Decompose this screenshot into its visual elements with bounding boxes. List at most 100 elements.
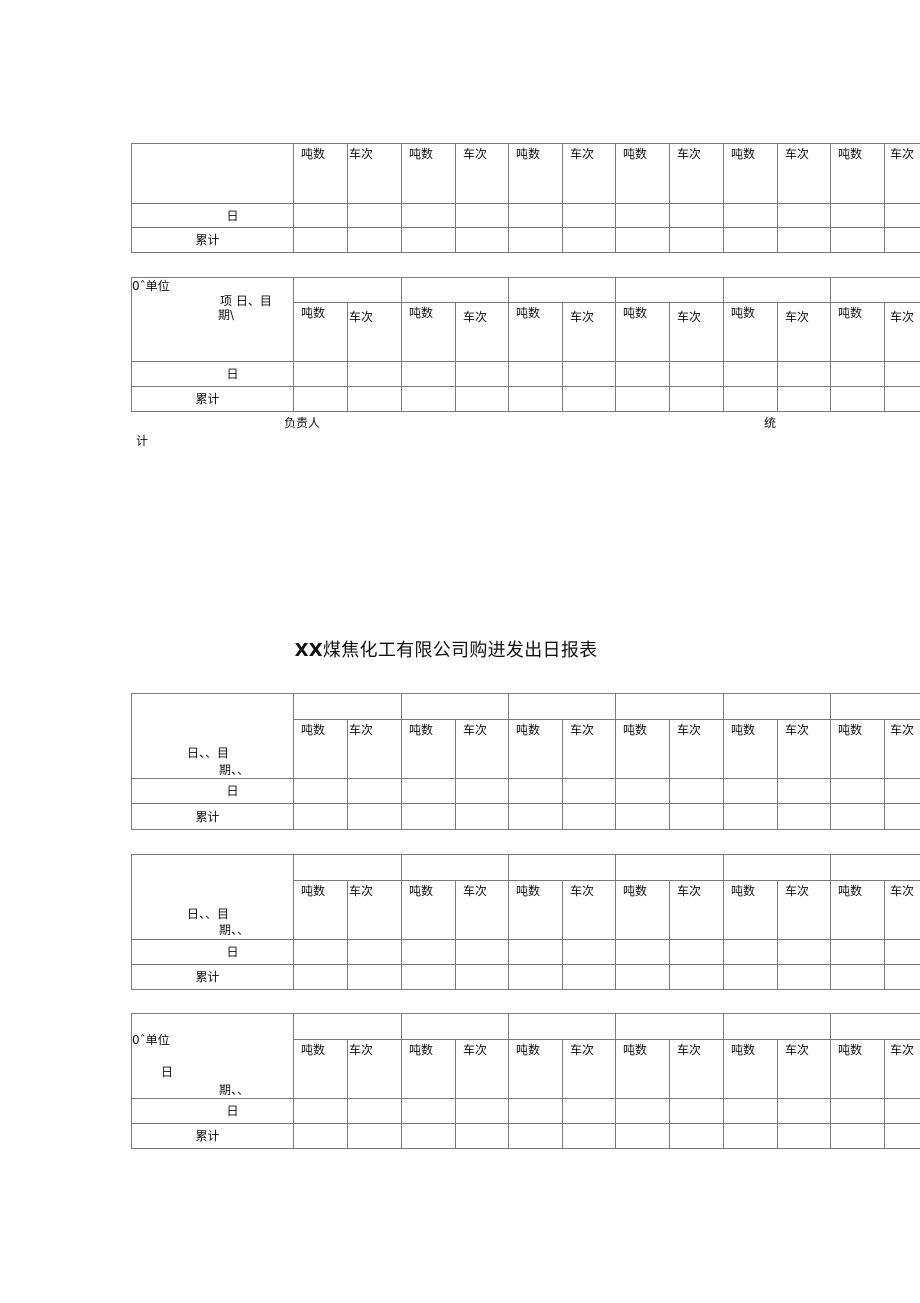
data-cell[interactable]: [293, 939, 348, 965]
data-cell[interactable]: [508, 803, 563, 830]
data-cell[interactable]: [347, 939, 402, 965]
data-cell[interactable]: [562, 1098, 616, 1124]
data-cell[interactable]: [777, 203, 831, 228]
data-cell[interactable]: [562, 227, 616, 253]
data-cell[interactable]: [562, 1123, 616, 1149]
data-cell[interactable]: [723, 964, 778, 990]
data-cell[interactable]: [884, 939, 920, 965]
data-cell[interactable]: [562, 939, 616, 965]
data-cell[interactable]: [455, 361, 509, 387]
data-cell[interactable]: [347, 361, 402, 387]
data-cell[interactable]: [669, 1098, 724, 1124]
data-cell[interactable]: [401, 227, 456, 253]
data-cell[interactable]: [508, 939, 563, 965]
data-cell[interactable]: [293, 1098, 348, 1124]
data-cell[interactable]: [455, 386, 509, 412]
data-cell[interactable]: [723, 386, 778, 412]
data-cell[interactable]: [401, 386, 456, 412]
data-cell[interactable]: [777, 386, 831, 412]
data-cell[interactable]: [508, 386, 563, 412]
data-cell[interactable]: [562, 386, 616, 412]
data-cell[interactable]: [830, 227, 885, 253]
data-cell[interactable]: [669, 964, 724, 990]
data-cell[interactable]: [401, 939, 456, 965]
data-cell[interactable]: [508, 203, 563, 228]
data-cell[interactable]: [347, 386, 402, 412]
data-cell[interactable]: [777, 361, 831, 387]
data-cell[interactable]: [455, 778, 509, 804]
data-cell[interactable]: [777, 964, 831, 990]
data-cell[interactable]: [884, 803, 920, 830]
data-cell[interactable]: [293, 803, 348, 830]
data-cell[interactable]: [830, 1098, 885, 1124]
data-cell[interactable]: [615, 203, 670, 228]
data-cell[interactable]: [884, 778, 920, 804]
data-cell[interactable]: [669, 939, 724, 965]
data-cell[interactable]: [455, 939, 509, 965]
data-cell[interactable]: [615, 803, 670, 830]
data-cell[interactable]: [723, 1123, 778, 1149]
data-cell[interactable]: [615, 1098, 670, 1124]
data-cell[interactable]: [293, 227, 348, 253]
data-cell[interactable]: [615, 964, 670, 990]
data-cell[interactable]: [615, 778, 670, 804]
data-cell[interactable]: [723, 203, 778, 228]
data-cell[interactable]: [669, 227, 724, 253]
data-cell[interactable]: [401, 203, 456, 228]
data-cell[interactable]: [401, 964, 456, 990]
data-cell[interactable]: [884, 1098, 920, 1124]
data-cell[interactable]: [669, 386, 724, 412]
data-cell[interactable]: [669, 1123, 724, 1149]
data-cell[interactable]: [562, 778, 616, 804]
data-cell[interactable]: [347, 803, 402, 830]
data-cell[interactable]: [723, 778, 778, 804]
data-cell[interactable]: [293, 1123, 348, 1149]
data-cell[interactable]: [615, 1123, 670, 1149]
data-cell[interactable]: [830, 778, 885, 804]
data-cell[interactable]: [508, 1098, 563, 1124]
data-cell[interactable]: [615, 361, 670, 387]
data-cell[interactable]: [293, 778, 348, 804]
data-cell[interactable]: [293, 386, 348, 412]
data-cell[interactable]: [669, 361, 724, 387]
data-cell[interactable]: [884, 1123, 920, 1149]
data-cell[interactable]: [508, 778, 563, 804]
data-cell[interactable]: [777, 227, 831, 253]
data-cell[interactable]: [401, 803, 456, 830]
data-cell[interactable]: [884, 386, 920, 412]
data-cell[interactable]: [830, 803, 885, 830]
data-cell[interactable]: [615, 386, 670, 412]
data-cell[interactable]: [777, 1098, 831, 1124]
data-cell[interactable]: [884, 227, 920, 253]
data-cell[interactable]: [615, 939, 670, 965]
data-cell[interactable]: [777, 939, 831, 965]
data-cell[interactable]: [293, 964, 348, 990]
data-cell[interactable]: [884, 964, 920, 990]
data-cell[interactable]: [347, 778, 402, 804]
data-cell[interactable]: [562, 964, 616, 990]
data-cell[interactable]: [669, 778, 724, 804]
data-cell[interactable]: [562, 361, 616, 387]
data-cell[interactable]: [401, 1098, 456, 1124]
data-cell[interactable]: [830, 964, 885, 990]
data-cell[interactable]: [347, 1098, 402, 1124]
data-cell[interactable]: [455, 203, 509, 228]
data-cell[interactable]: [777, 1123, 831, 1149]
data-cell[interactable]: [347, 203, 402, 228]
data-cell[interactable]: [562, 803, 616, 830]
data-cell[interactable]: [401, 778, 456, 804]
data-cell[interactable]: [293, 361, 348, 387]
data-cell[interactable]: [777, 778, 831, 804]
data-cell[interactable]: [830, 1123, 885, 1149]
data-cell[interactable]: [347, 964, 402, 990]
data-cell[interactable]: [723, 361, 778, 387]
data-cell[interactable]: [293, 203, 348, 228]
data-cell[interactable]: [455, 964, 509, 990]
data-cell[interactable]: [508, 361, 563, 387]
data-cell[interactable]: [830, 939, 885, 965]
data-cell[interactable]: [723, 803, 778, 830]
data-cell[interactable]: [669, 803, 724, 830]
data-cell[interactable]: [508, 1123, 563, 1149]
data-cell[interactable]: [830, 361, 885, 387]
data-cell[interactable]: [455, 1098, 509, 1124]
